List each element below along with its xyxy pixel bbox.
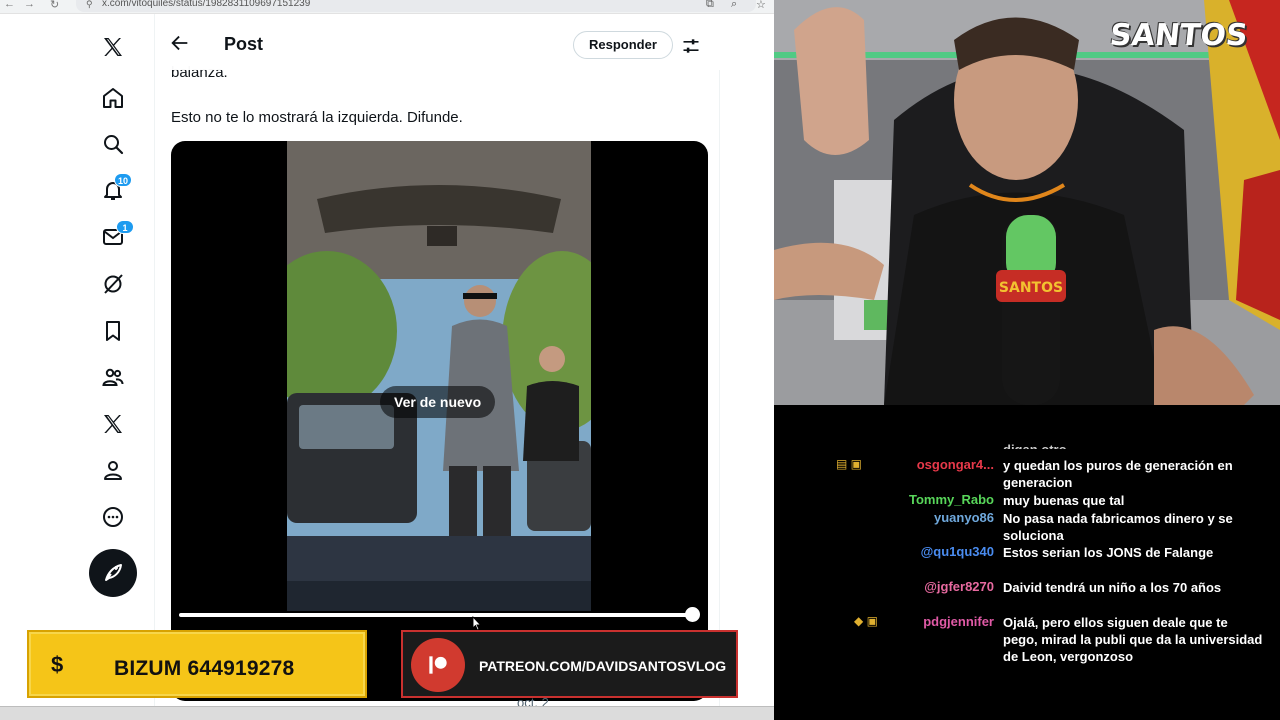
profile-icon[interactable]	[98, 455, 128, 485]
chat-message: y quedan los puros de generación en gene…	[1003, 458, 1233, 490]
patreon-logo-icon	[411, 638, 465, 692]
notifications-badge: 10	[114, 173, 133, 187]
reply-button[interactable]: Responder	[573, 31, 673, 59]
webcam-feed: SANTOS SANTOS	[774, 0, 1280, 405]
patreon-label: PATREON.COM/DAVIDSANTOSVLOG	[479, 658, 727, 674]
post-text: Esto no te lo mostrará la izquierda. Dif…	[171, 109, 463, 126]
chat-username[interactable]: Tommy_Rabo	[794, 492, 994, 507]
mouse-cursor-icon	[472, 616, 482, 631]
dollar-icon: $	[51, 652, 64, 677]
sliders-icon[interactable]	[681, 36, 701, 56]
post-column: balanza. Esto no te lo mostrará la izqui…	[155, 14, 720, 720]
communities-icon[interactable]	[98, 362, 128, 392]
taskbar-strip	[0, 706, 774, 720]
video-progress-handle[interactable]	[685, 607, 700, 622]
mic-label: SANTOS	[999, 280, 1063, 296]
chat-badge-icon: ◆ ▣	[854, 614, 878, 628]
video-progress-bar[interactable]	[179, 613, 695, 617]
rewatch-button[interactable]: Ver de nuevo	[380, 386, 496, 418]
messages-icon[interactable]: 1	[98, 220, 134, 252]
messages-badge: 1	[116, 220, 134, 234]
chat-username[interactable]: osgongar4...	[794, 457, 994, 472]
chat-message: muy buenas que tal	[1003, 493, 1125, 508]
notifications-icon[interactable]: 10	[98, 173, 133, 205]
video-player[interactable]: Ver de nuevo	[171, 141, 708, 701]
santos-logo: SANTOS	[1108, 18, 1250, 53]
search-icon[interactable]	[98, 129, 128, 159]
url-text: x.com/vitoquiles/status/1982831109697151…	[102, 0, 311, 9]
bizum-label: BIZUM 644919278	[114, 657, 295, 680]
chat-badge-icon: ▤ ▣	[836, 457, 863, 471]
post-header: Post Responder	[155, 14, 720, 70]
premium-x-icon[interactable]	[98, 409, 128, 439]
video-frame	[287, 141, 591, 611]
home-icon[interactable]	[98, 83, 128, 113]
chat-message: Estos serian los JONS de Falange	[1003, 545, 1214, 560]
chat-username[interactable]: pdgjennifer	[794, 614, 994, 629]
chat-username[interactable]: yuanyo86	[794, 510, 994, 525]
x-sidebar: 10 1	[0, 14, 155, 720]
page-title: Post	[224, 34, 264, 54]
back-arrow-icon[interactable]	[169, 32, 191, 54]
more-icon[interactable]	[98, 502, 128, 532]
bizum-banner: $ BIZUM 644919278	[27, 630, 367, 698]
compose-post-button[interactable]	[89, 549, 137, 597]
grok-icon[interactable]	[98, 269, 128, 299]
bookmarks-icon[interactable]	[98, 316, 128, 346]
chat-username[interactable]: @qu1qu340	[794, 544, 994, 559]
forward-nav-icon[interactable]: →	[24, 0, 35, 10]
back-nav-icon[interactable]: ←	[4, 0, 15, 10]
site-info-icon[interactable]: ⚲	[86, 0, 93, 10]
bookmark-star-icon[interactable]: ☆	[756, 0, 766, 11]
install-icon[interactable]: ⧉	[706, 0, 714, 11]
patreon-banner: PATREON.COM/DAVIDSANTOSVLOG	[401, 630, 738, 698]
x-logo-icon[interactable]	[98, 32, 128, 62]
address-bar: ← → ↻ ⚲ x.com/vitoquiles/status/19828311…	[0, 0, 774, 14]
browser-window: ← → ↻ ⚲ x.com/vitoquiles/status/19828311…	[0, 0, 774, 720]
url-field[interactable]: ⚲ x.com/vitoquiles/status/19828311096971…	[76, 0, 756, 12]
chat-username[interactable]: @jgfer8270	[794, 579, 994, 594]
chat-message: No pasa nada fabricamos dinero y se solu…	[1003, 511, 1233, 543]
webcam-scene: SANTOS	[774, 0, 1280, 405]
live-chat: digan otro osgongar4... y quedan los puro…	[774, 405, 1280, 720]
zoom-icon[interactable]: ⌕	[731, 0, 737, 11]
feather-icon	[105, 564, 122, 581]
chat-message: Ojalá, pero ellos siguen deale que te pe…	[1003, 615, 1263, 664]
chat-message-partial: digan otro	[1003, 441, 1263, 449]
chat-message: Daivid tendrá un niño a los 70 años	[1003, 580, 1222, 595]
reload-icon[interactable]: ↻	[50, 0, 59, 11]
